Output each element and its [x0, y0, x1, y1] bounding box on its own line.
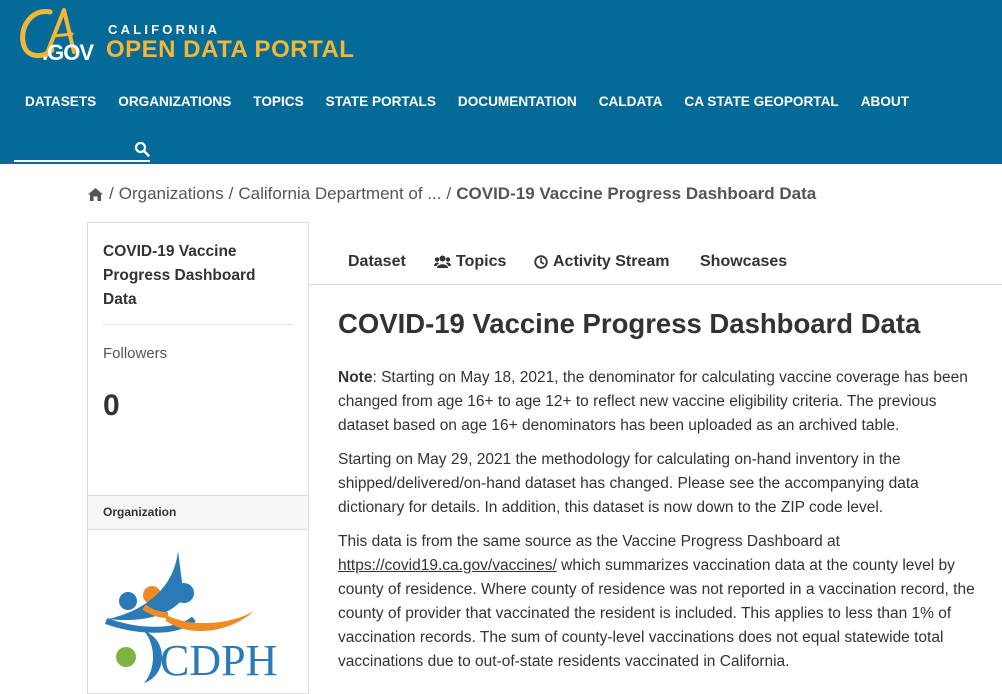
breadcrumb-separator: /: [228, 184, 234, 203]
tab-activity-stream-label: Activity Stream: [553, 253, 670, 270]
note-label: Note: [338, 369, 373, 386]
home-icon[interactable]: [87, 187, 104, 202]
search-box: [14, 138, 150, 162]
tab-showcases[interactable]: Showcases: [700, 253, 787, 271]
followers-label: Followers: [103, 345, 168, 362]
source-line-1: This data is from the same source as the…: [338, 533, 840, 550]
sidebar-divider: [103, 324, 293, 325]
source-line-4: county of provider that vaccinated the r…: [338, 605, 952, 622]
tab-dataset[interactable]: Dataset: [348, 253, 406, 271]
source-line-3: county of residence. Where county of res…: [338, 581, 975, 598]
followers-count: 0: [103, 389, 120, 422]
methodology-line-3: dictionary for details. In addition, thi…: [338, 499, 884, 516]
breadcrumb-separator: /: [446, 184, 452, 203]
main-content: COVID-19 Vaccine Progress Dashboard Data…: [308, 284, 1002, 684]
organization-section-label: Organization: [103, 505, 177, 519]
nav-state-portals[interactable]: STATE PORTALS: [326, 94, 436, 109]
search-icon[interactable]: [134, 141, 150, 157]
breadcrumb-organizations[interactable]: Organizations: [119, 184, 224, 204]
source-line-2: which summarizes vaccination data at the…: [556, 557, 955, 574]
nav-documentation[interactable]: DOCUMENTATION: [458, 94, 577, 109]
source-paragraph: This data is from the same source as the…: [338, 530, 1000, 674]
nav-about[interactable]: ABOUT: [861, 94, 909, 109]
breadcrumb-separator: /: [109, 184, 114, 203]
logo-gov-text: .GOV: [42, 40, 94, 65]
tab-topics-label: Topics: [456, 253, 507, 270]
sidebar-dataset-title: COVID-19 Vaccine Progress Dashboard Data: [103, 243, 256, 308]
main-nav: DATASETS ORGANIZATIONS TOPICS STATE PORT…: [14, 94, 920, 109]
cdph-logo-text: CDPH: [160, 636, 277, 684]
cdph-logo[interactable]: CDPH: [104, 549, 294, 684]
note-paragraph: Note: Starting on May 18, 2021, the deno…: [338, 366, 1000, 438]
tab-topics[interactable]: Topics: [434, 253, 506, 271]
ca-gov-logo[interactable]: .GOV CALIFORNIA OPEN DATA PORTAL: [16, 6, 376, 66]
methodology-line-2: shipped/delivered/on-hand dataset has ch…: [338, 475, 919, 492]
breadcrumb-department[interactable]: California Department of ...: [238, 184, 441, 204]
users-icon: [434, 255, 451, 268]
source-line-6: vaccinations due to out-of-state residen…: [338, 653, 790, 670]
methodology-line-1: Starting on May 29, 2021 the methodology…: [338, 451, 901, 468]
clock-icon: [534, 255, 548, 269]
nav-topics[interactable]: TOPICS: [253, 94, 303, 109]
note-line-3: dataset based on age 16+ denominators ha…: [338, 417, 900, 434]
breadcrumb: / Organizations / California Department …: [87, 184, 816, 204]
nav-caldata[interactable]: CALDATA: [599, 94, 663, 109]
page-title: COVID-19 Vaccine Progress Dashboard Data: [338, 308, 921, 339]
tab-showcases-label: Showcases: [700, 253, 788, 270]
nav-datasets[interactable]: DATASETS: [25, 94, 96, 109]
tab-dataset-label: Dataset: [348, 253, 406, 270]
dataset-tabs: Dataset Topics Activity Stream Showcases: [308, 240, 1002, 285]
site-header: .GOV CALIFORNIA OPEN DATA PORTAL DATASET…: [0, 0, 1002, 164]
source-line-5: vaccination records. The sum of county-l…: [338, 629, 944, 646]
vaccines-link[interactable]: https://covid19.ca.gov/vaccines/: [338, 557, 557, 574]
tab-activity-stream[interactable]: Activity Stream: [534, 253, 670, 271]
logo-portal-text: OPEN DATA PORTAL: [106, 36, 355, 63]
nav-ca-state-geoportal[interactable]: CA STATE GEOPORTAL: [684, 94, 838, 109]
breadcrumb-current[interactable]: COVID-19 Vaccine Progress Dashboard Data: [456, 184, 816, 204]
organization-section-header: Organization: [88, 495, 308, 530]
nav-organizations[interactable]: ORGANIZATIONS: [118, 94, 231, 109]
logo-state-text: CALIFORNIA: [108, 22, 221, 37]
note-line-2: changed from age 16+ to age 12+ to refle…: [338, 393, 937, 410]
note-line-1: : Starting on May 18, 2021, the denomina…: [372, 369, 968, 386]
methodology-paragraph: Starting on May 29, 2021 the methodology…: [338, 448, 1000, 520]
sidebar: COVID-19 Vaccine Progress Dashboard Data…: [87, 222, 309, 694]
search-input[interactable]: [14, 138, 130, 160]
